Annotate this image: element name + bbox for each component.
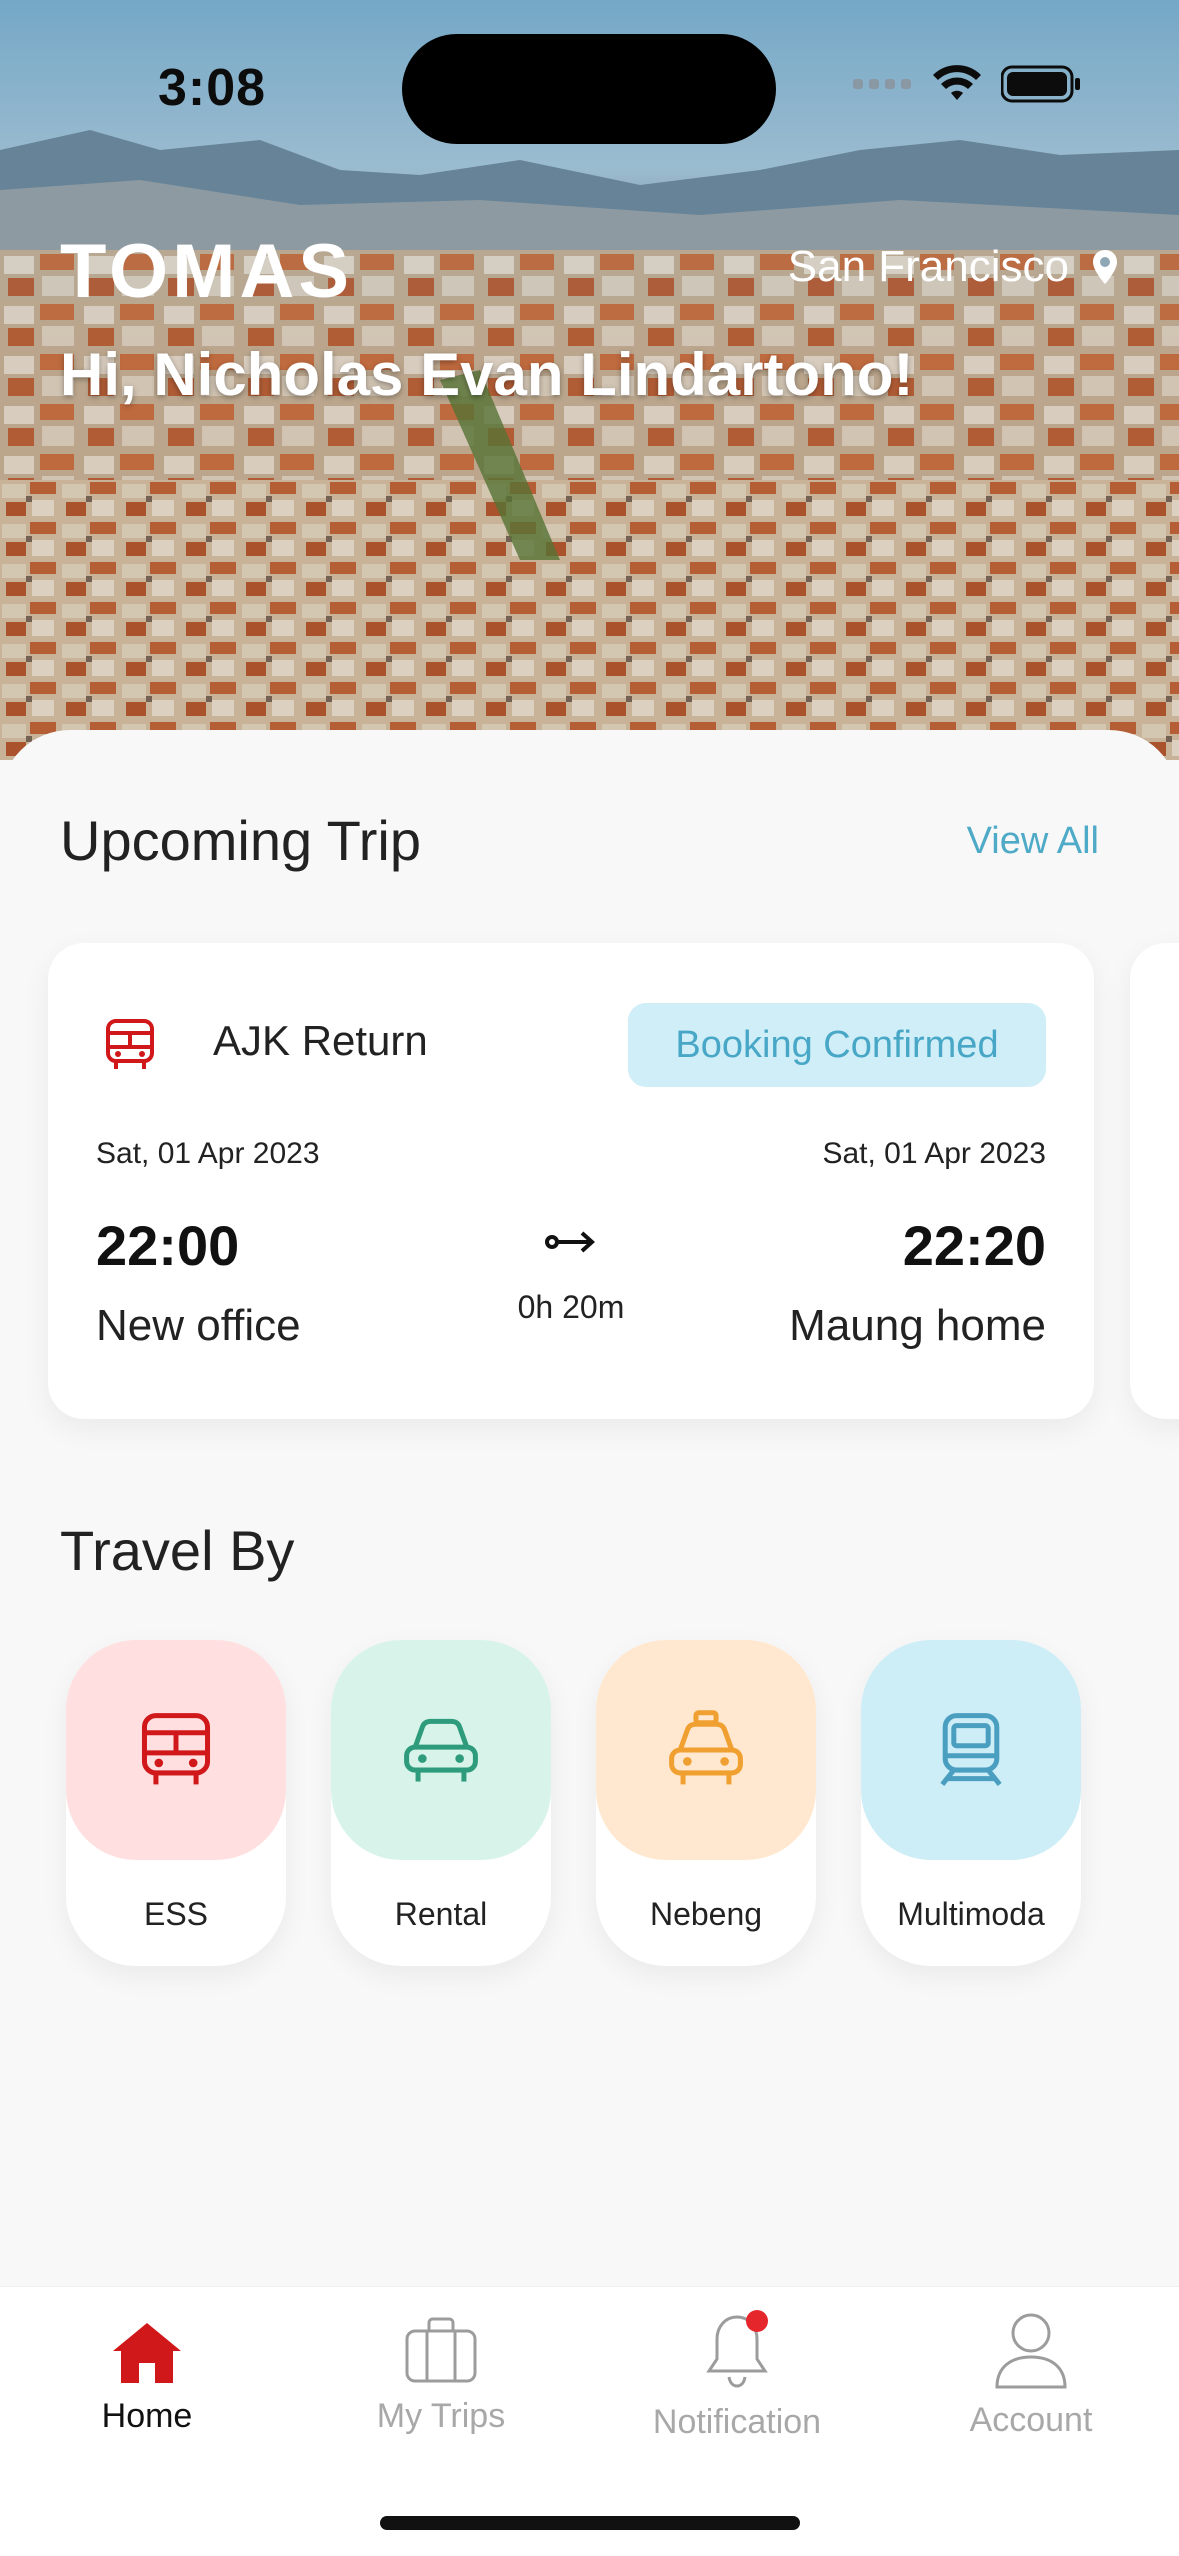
trip-card-next[interactable] [1130,943,1179,1419]
travel-option-label: Rental [394,1896,488,1932]
tab-label: Notification [652,2403,822,2441]
status-icons [853,64,1081,104]
notification-dot [746,2310,768,2332]
travel-tile [66,1640,286,1860]
location-pin-icon [1093,250,1117,284]
tab-label: My Trips [376,2397,506,2435]
travel-tile [331,1640,551,1860]
destination-place: Maung home [789,1301,1046,1350]
trip-name: AJK Return [213,1017,428,1064]
bell-icon [706,2310,768,2388]
depart-date: Sat, 01 Apr 2023 [96,1137,320,1170]
home-screen: 3:08 TOMAS San Francisco Hi, Nicholas Ev… [0,0,1179,2556]
travel-option-ess[interactable]: ESS [66,1640,286,1966]
travel-options: ESS Rental Nebeng Multimoda [66,1640,1081,1966]
travel-option-label: Multimoda [897,1896,1045,1932]
view-all-link[interactable]: View All [967,820,1099,863]
travel-option-nebeng[interactable]: Nebeng [596,1640,816,1966]
battery-icon [1001,65,1080,103]
status-badge: Booking Confirmed [628,1003,1046,1087]
arrive-date: Sat, 01 Apr 2023 [822,1137,1046,1170]
taxi-icon [669,1710,743,1785]
tab-account[interactable]: Account [884,2309,1178,2440]
tab-home[interactable]: Home [0,2317,294,2436]
travel-option-multimoda[interactable]: Multimoda [861,1640,1081,1966]
tab-notification[interactable]: Notification [590,2307,884,2442]
location-selector[interactable]: San Francisco [788,242,1119,292]
travel-option-label: Nebeng [649,1896,763,1932]
bus-icon [106,1019,154,1069]
tab-my-trips[interactable]: My Trips [294,2315,588,2436]
dynamic-island [402,34,776,144]
user-icon [995,2313,1067,2389]
signal-icon [853,79,911,89]
trip-duration: 0h 20m [517,1289,625,1325]
travel-option-rental[interactable]: Rental [331,1640,551,1966]
arrive-time: 22:20 [902,1214,1046,1277]
arrow-right-icon [545,1231,595,1253]
upcoming-trip-title: Upcoming Trip [60,809,422,872]
location-label: San Francisco [787,242,1069,291]
bus-icon [141,1713,211,1785]
hero-banner: 3:08 TOMAS San Francisco Hi, Nicholas Ev… [0,0,1179,760]
trip-card[interactable]: AJK Return Booking Confirmed Sat, 01 Apr… [48,943,1094,1419]
tab-label: Account [969,2401,1093,2439]
train-icon [940,1713,1002,1786]
car-icon [404,1718,478,1782]
home-indicator[interactable] [380,2516,800,2530]
origin-place: New office [96,1301,301,1350]
travel-tile [596,1640,816,1860]
home-icon [113,2323,181,2383]
travel-option-label: ESS [143,1896,209,1932]
briefcase-icon [405,2317,477,2383]
depart-time: 22:00 [96,1214,240,1277]
brand-logo: TOMAS [60,229,354,314]
status-time: 3:08 [158,59,267,117]
wifi-icon [933,65,981,100]
travel-by-title: Travel By [60,1519,295,1582]
tab-label: Home [101,2397,193,2435]
greeting: Hi, Nicholas Evan Lindartono! [60,341,914,408]
travel-tile [861,1640,1081,1860]
